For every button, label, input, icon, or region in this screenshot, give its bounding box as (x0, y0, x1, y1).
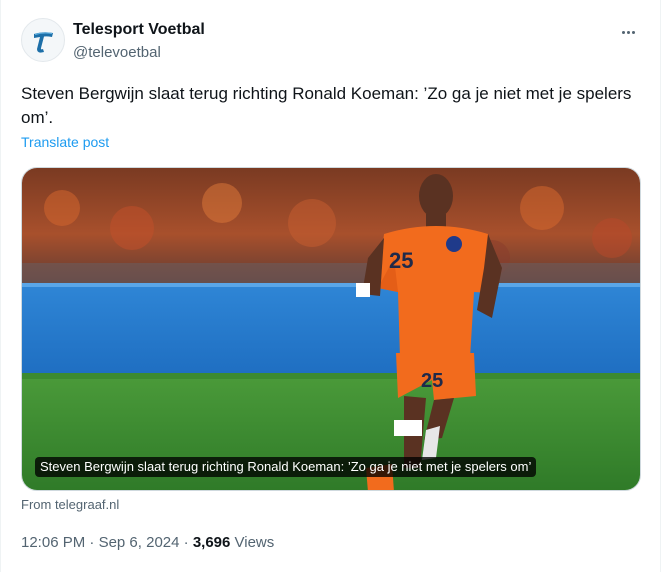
views-label: Views (230, 534, 275, 551)
more-options-icon[interactable] (616, 22, 640, 42)
meta-separator-2: · (179, 534, 193, 551)
jersey-number: 25 (389, 248, 413, 273)
views-count: 3,696 (192, 534, 231, 551)
tweet-container: Telesport Voetbal @televoetbal Steven Be… (0, 0, 661, 572)
card-source-link[interactable]: From telegraaf.nl (21, 497, 119, 512)
avatar[interactable] (21, 18, 65, 62)
handle[interactable]: @televoetbal (73, 43, 205, 63)
tweet-meta: 12:06 PM · Sep 6, 2024 · 3,696 Views (21, 534, 274, 551)
display-name[interactable]: Telesport Voetbal (73, 20, 205, 40)
card-caption: Steven Bergwijn slaat terug richting Ron… (35, 457, 537, 477)
link-card[interactable]: 25 25 Steven Bergwijn slaat terug richti… (21, 167, 641, 491)
tweet-header: Telesport Voetbal @televoetbal (21, 18, 640, 68)
post-date[interactable]: Sep 6, 2024 (99, 534, 180, 551)
football-player-photo: 25 25 (22, 168, 640, 490)
svg-text:25: 25 (421, 370, 443, 392)
telesport-logo-icon (34, 32, 53, 53)
tweet-text: Steven Bergwijn slaat terug richting Ron… (21, 84, 632, 127)
meta-separator: · (85, 534, 99, 551)
post-time[interactable]: 12:06 PM (21, 534, 85, 551)
author-names: Telesport Voetbal @televoetbal (73, 20, 205, 63)
translate-post-link[interactable]: Translate post (21, 134, 109, 150)
